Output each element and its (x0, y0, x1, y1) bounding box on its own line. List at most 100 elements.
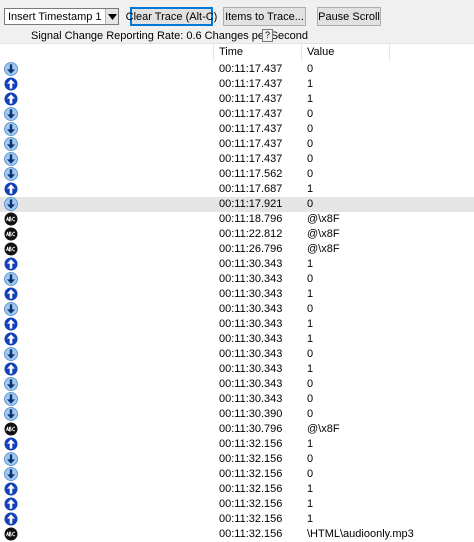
abc-icon (4, 227, 18, 241)
row-value: 1 (307, 438, 314, 450)
table-row[interactable]: 00:11:30.390 0 (0, 407, 474, 422)
row-value: 0 (307, 348, 314, 360)
row-time: 00:11:32.156 (219, 528, 283, 540)
row-time: 00:11:17.921 (219, 198, 283, 210)
row-value: 0 (307, 138, 314, 150)
row-value: 1 (307, 78, 314, 90)
row-value: 0 (307, 108, 314, 120)
row-time: 00:11:17.437 (219, 138, 283, 150)
column-divider[interactable] (213, 44, 214, 61)
row-time: 00:11:32.156 (219, 438, 283, 450)
table-row[interactable]: 00:11:30.796 @\x8F (0, 422, 474, 437)
column-divider[interactable] (301, 44, 302, 61)
row-time: 00:11:30.343 (219, 318, 283, 330)
chevron-down-icon[interactable] (105, 9, 118, 24)
table-row[interactable]: 00:11:17.437 0 (0, 62, 474, 77)
table-row[interactable]: 00:11:30.343 0 (0, 377, 474, 392)
arrow-down-icon (4, 272, 18, 286)
table-row[interactable]: 00:11:32.156 0 (0, 467, 474, 482)
row-time: 00:11:30.343 (219, 363, 283, 375)
table-row[interactable]: 00:11:22.812 @\x8F (0, 227, 474, 242)
table-row[interactable]: 00:11:17.437 1 (0, 77, 474, 92)
table-row[interactable]: 00:11:17.437 0 (0, 107, 474, 122)
column-header-value[interactable]: Value (307, 46, 334, 58)
row-time: 00:11:17.437 (219, 108, 283, 120)
table-row[interactable]: 00:11:17.562 0 (0, 167, 474, 182)
table-row[interactable]: 00:11:17.921 0 (0, 197, 474, 212)
table-row[interactable]: 00:11:30.343 0 (0, 392, 474, 407)
arrow-down-icon (4, 62, 18, 76)
table-row[interactable]: 00:11:32.156 \HTML\audioonly.mp3 (0, 527, 474, 542)
arrow-down-icon (4, 137, 18, 151)
row-value: 1 (307, 363, 314, 375)
row-time: 00:11:17.437 (219, 78, 283, 90)
table-row[interactable]: 00:11:32.156 1 (0, 437, 474, 452)
abc-icon (4, 527, 18, 541)
row-value: 1 (307, 183, 314, 195)
row-value: 0 (307, 273, 314, 285)
row-time: 00:11:32.156 (219, 498, 283, 510)
table-row[interactable]: 00:11:32.156 1 (0, 497, 474, 512)
row-value: 0 (307, 393, 314, 405)
items-to-trace-button[interactable]: Items to Trace... (223, 7, 306, 26)
table-row[interactable]: 00:11:30.343 1 (0, 317, 474, 332)
help-button[interactable]: ? (262, 29, 273, 42)
table-row[interactable]: 00:11:17.437 0 (0, 137, 474, 152)
table-row[interactable]: 00:11:17.437 0 (0, 152, 474, 167)
table-row[interactable]: 00:11:30.343 1 (0, 257, 474, 272)
arrow-up-icon (4, 482, 18, 496)
table-row[interactable]: 00:11:30.343 1 (0, 287, 474, 302)
table-row[interactable]: 00:11:32.156 1 (0, 482, 474, 497)
row-time: 00:11:18.796 (219, 213, 283, 225)
row-time: 00:11:30.343 (219, 258, 283, 270)
row-value: 1 (307, 498, 314, 510)
row-value: 1 (307, 513, 314, 525)
arrow-up-icon (4, 182, 18, 196)
row-value: 0 (307, 123, 314, 135)
table-row[interactable]: 00:11:30.343 0 (0, 347, 474, 362)
row-value: @\x8F (307, 228, 340, 240)
row-time: 00:11:30.343 (219, 348, 283, 360)
row-time: 00:11:30.343 (219, 303, 283, 315)
arrow-down-icon (4, 122, 18, 136)
row-value: \HTML\audioonly.mp3 (307, 528, 414, 540)
table-row[interactable]: 00:11:18.796 @\x8F (0, 212, 474, 227)
arrow-down-icon (4, 302, 18, 316)
column-divider[interactable] (389, 44, 390, 61)
table-row[interactable]: 00:11:32.156 0 (0, 452, 474, 467)
table-row[interactable]: 00:11:30.343 1 (0, 332, 474, 347)
column-header-time[interactable]: Time (219, 46, 243, 58)
arrow-down-icon (4, 107, 18, 121)
table-row[interactable]: 00:11:30.343 0 (0, 302, 474, 317)
row-value: 0 (307, 408, 314, 420)
arrow-down-icon (4, 347, 18, 361)
arrow-up-icon (4, 362, 18, 376)
table-row[interactable]: 00:11:17.437 1 (0, 92, 474, 107)
row-value: 0 (307, 378, 314, 390)
abc-icon (4, 212, 18, 226)
pause-scroll-button[interactable]: Pause Scroll (317, 7, 381, 26)
row-time: 00:11:17.437 (219, 93, 283, 105)
row-value: 0 (307, 453, 314, 465)
row-time: 00:11:26.796 (219, 243, 283, 255)
row-time: 00:11:17.687 (219, 183, 283, 195)
clear-trace-button[interactable]: Clear Trace (Alt-C) (126, 7, 217, 26)
row-value: 0 (307, 63, 314, 75)
arrow-down-icon (4, 467, 18, 481)
table-row[interactable]: 00:11:17.437 0 (0, 122, 474, 137)
row-time: 00:11:30.343 (219, 288, 283, 300)
table-row[interactable]: 00:11:17.687 1 (0, 182, 474, 197)
table-row[interactable]: 00:11:32.156 1 (0, 512, 474, 527)
table-row[interactable]: 00:11:30.343 1 (0, 362, 474, 377)
trace-list[interactable]: 00:11:17.437 0 00:11:17.437 1 00:11:17.437 1 0… (0, 62, 474, 542)
table-row[interactable]: 00:11:26.796 @\x8F (0, 242, 474, 257)
table-row[interactable]: 00:11:30.343 0 (0, 272, 474, 287)
row-value: 1 (307, 288, 314, 300)
toolbar: Insert Timestamp 1 (Alt-T) Clear Trace (… (0, 0, 474, 44)
row-time: 00:11:22.812 (219, 228, 283, 240)
row-value: 1 (307, 93, 314, 105)
arrow-down-icon (4, 452, 18, 466)
arrow-up-icon (4, 437, 18, 451)
timestamp-combo[interactable]: Insert Timestamp 1 (Alt-T) (4, 8, 119, 25)
arrow-up-icon (4, 92, 18, 106)
